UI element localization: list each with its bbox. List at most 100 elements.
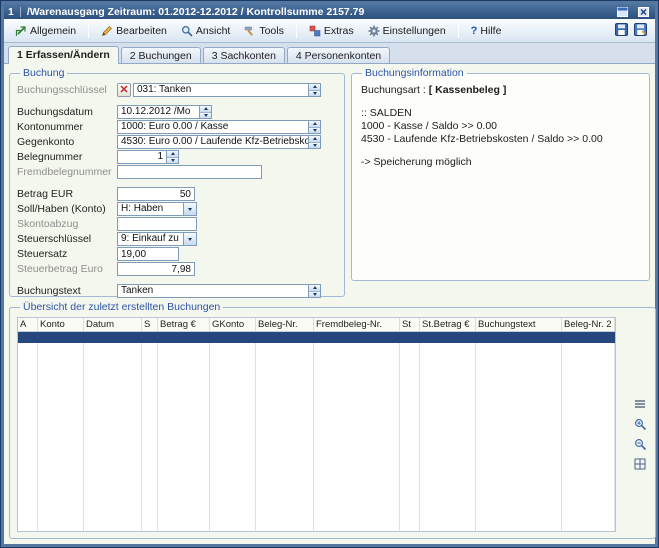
clear-buchungsschluessel-button[interactable] bbox=[117, 83, 131, 97]
toolbar-item-bearbeiten[interactable]: Bearbeiten bbox=[96, 23, 172, 39]
steuersatz-label: Steuersatz bbox=[17, 248, 117, 260]
saldo-line: 1000 - Kasse / Saldo >> 0.00 bbox=[361, 120, 640, 133]
skontoabzug-label: Skontoabzug bbox=[17, 218, 117, 230]
spinner[interactable] bbox=[199, 106, 211, 118]
toolbar-item-hilfe[interactable]: ? Hilfe bbox=[466, 23, 507, 39]
buchungsschluessel-label: Buchungsschlüssel bbox=[17, 84, 117, 96]
toolbar-item-label: Hilfe bbox=[480, 25, 501, 37]
hammer-icon bbox=[244, 25, 256, 37]
spinner[interactable] bbox=[308, 136, 320, 148]
window-number: 1 bbox=[8, 6, 14, 18]
uebersicht-legend: Übersicht der zuletzt erstellten Buchung… bbox=[20, 301, 223, 313]
salden-header: :: SALDEN bbox=[361, 107, 640, 120]
column-header[interactable]: Datum bbox=[84, 318, 142, 331]
help-icon: ? bbox=[471, 25, 478, 37]
toolbar-item-label: Allgemein bbox=[30, 25, 76, 37]
toolbar-item-tools[interactable]: Tools bbox=[239, 23, 289, 39]
table-body bbox=[18, 343, 615, 531]
steuerschluessel-label: Steuerschlüssel bbox=[17, 233, 117, 245]
column-header[interactable]: Betrag € bbox=[158, 318, 210, 331]
save-all-icon[interactable] bbox=[634, 23, 647, 39]
buchungsinformation-legend: Buchungsinformation bbox=[362, 67, 467, 79]
column-header[interactable]: S bbox=[142, 318, 158, 331]
column-header[interactable]: Beleg-Nr. 2 bbox=[562, 318, 615, 331]
buchungsart-line: Buchungsart : [ Kassenbeleg ] bbox=[361, 84, 640, 97]
selected-row[interactable] bbox=[18, 332, 615, 343]
app-window: 1 /Warenausgang Zeitraum: 01.2012-12.201… bbox=[0, 0, 659, 548]
titlebar-divider bbox=[20, 7, 21, 17]
tab-erfassen-aendern[interactable]: 1 Erfassen/Ändern bbox=[8, 46, 119, 64]
red-x-icon bbox=[120, 84, 128, 96]
skontoabzug-input[interactable] bbox=[117, 217, 197, 231]
spinner[interactable] bbox=[166, 151, 178, 163]
kontonummer-combo[interactable]: 1000: Euro 0.00 / Kasse bbox=[117, 120, 321, 134]
save-icon[interactable] bbox=[615, 23, 628, 39]
column-header[interactable]: St bbox=[400, 318, 420, 331]
gegenkonto-label: Gegenkonto bbox=[17, 136, 117, 148]
buchung-legend: Buchung bbox=[20, 67, 67, 79]
menu-lines-icon[interactable] bbox=[633, 397, 648, 411]
betrag-eur-label: Betrag EUR bbox=[17, 188, 117, 200]
betrag-eur-input[interactable] bbox=[117, 187, 195, 201]
spinner[interactable] bbox=[308, 285, 320, 297]
window-title: /Warenausgang Zeitraum: 01.2012-12.2012 … bbox=[27, 6, 609, 18]
status-line: -> Speicherung möglich bbox=[361, 156, 640, 169]
toolbar-item-allgemein[interactable]: Allgemein bbox=[10, 23, 81, 39]
soll-haben-dropdown[interactable]: H: Haben bbox=[117, 202, 197, 216]
column-header[interactable]: Fremdbeleg-Nr. bbox=[314, 318, 400, 331]
titlebar: 1 /Warenausgang Zeitraum: 01.2012-12.201… bbox=[4, 4, 655, 19]
column-header[interactable]: GKonto bbox=[210, 318, 256, 331]
zoom-in-icon[interactable] bbox=[633, 417, 648, 431]
buchungsart-value: [ Kassenbeleg ] bbox=[429, 84, 507, 96]
toolbar-separator bbox=[88, 23, 89, 38]
toolbar-item-extras[interactable]: Extras bbox=[304, 23, 359, 39]
table-side-toolbar bbox=[633, 397, 648, 471]
gear-icon bbox=[368, 25, 380, 37]
chevron-down-icon[interactable] bbox=[183, 233, 196, 245]
column-header[interactable]: St.Betrag € bbox=[420, 318, 476, 331]
tab-buchungen[interactable]: 2 Buchungen bbox=[121, 47, 201, 63]
kontonummer-label: Kontonummer bbox=[17, 121, 117, 133]
toolbar-item-label: Tools bbox=[259, 25, 284, 37]
spinner[interactable] bbox=[308, 121, 320, 133]
belegnummer-field[interactable]: 1 bbox=[117, 150, 179, 164]
buchungsdatum-label: Buchungsdatum bbox=[17, 106, 117, 118]
toolbar-item-label: Bearbeiten bbox=[116, 25, 167, 37]
toolbar-item-einstellungen[interactable]: Einstellungen bbox=[363, 23, 451, 39]
exit-arrow-icon bbox=[15, 25, 27, 37]
close-icon[interactable] bbox=[636, 6, 651, 18]
belegnummer-label: Belegnummer bbox=[17, 151, 117, 163]
toolbar-separator bbox=[458, 23, 459, 38]
zoom-out-icon[interactable] bbox=[633, 437, 648, 451]
gegenkonto-combo[interactable]: 4530: Euro 0.00 / Laufende Kfz-Betriebsk… bbox=[117, 135, 321, 149]
steuerschluessel-dropdown[interactable]: 9: Einkauf zu bbox=[117, 232, 197, 246]
column-header[interactable]: A bbox=[18, 318, 38, 331]
toolbar-separator bbox=[296, 23, 297, 38]
buchungstext-combo[interactable]: Tanken bbox=[117, 284, 321, 298]
toolbar: Allgemein Bearbeiten Ansicht Tools bbox=[4, 19, 655, 43]
tab-bar: 1 Erfassen/Ändern 2 Buchungen 3 Sachkont… bbox=[4, 43, 655, 63]
buchungen-table[interactable]: A Konto Datum S Betrag € GKonto Beleg-Nr… bbox=[17, 317, 616, 532]
pencil-icon bbox=[101, 25, 113, 37]
steuerbetrag-euro-input[interactable] bbox=[117, 262, 195, 276]
buchungstext-label: Buchungstext bbox=[17, 285, 117, 297]
buchungsschluessel-combo[interactable]: 031: Tanken bbox=[133, 83, 321, 97]
toolbar-item-label: Einstellungen bbox=[383, 25, 446, 37]
soll-haben-label: Soll/Haben (Konto) bbox=[17, 203, 117, 215]
toolbar-item-ansicht[interactable]: Ansicht bbox=[176, 23, 235, 39]
fremdbelegnummer-input[interactable] bbox=[117, 165, 262, 179]
table-header-row: A Konto Datum S Betrag € GKonto Beleg-Nr… bbox=[18, 318, 615, 332]
column-header[interactable]: Buchungstext bbox=[476, 318, 562, 331]
tab-personenkonten[interactable]: 4 Personenkonten bbox=[287, 47, 390, 63]
restore-icon[interactable] bbox=[615, 6, 630, 18]
column-header[interactable]: Beleg-Nr. bbox=[256, 318, 314, 331]
buchung-panel: Buchung Buchungsschlüssel 031: Tanken Bu… bbox=[9, 67, 345, 297]
saldo-line: 4530 - Laufende Kfz-Betriebskosten / Sal… bbox=[361, 133, 640, 146]
grid-icon[interactable] bbox=[633, 457, 648, 471]
spinner[interactable] bbox=[308, 84, 320, 96]
chevron-down-icon[interactable] bbox=[183, 203, 196, 215]
tab-sachkonten[interactable]: 3 Sachkonten bbox=[203, 47, 285, 63]
column-header[interactable]: Konto bbox=[38, 318, 84, 331]
buchungsdatum-field[interactable]: 10.12.2012 /Mo bbox=[117, 105, 212, 119]
steuersatz-input[interactable] bbox=[117, 247, 179, 261]
